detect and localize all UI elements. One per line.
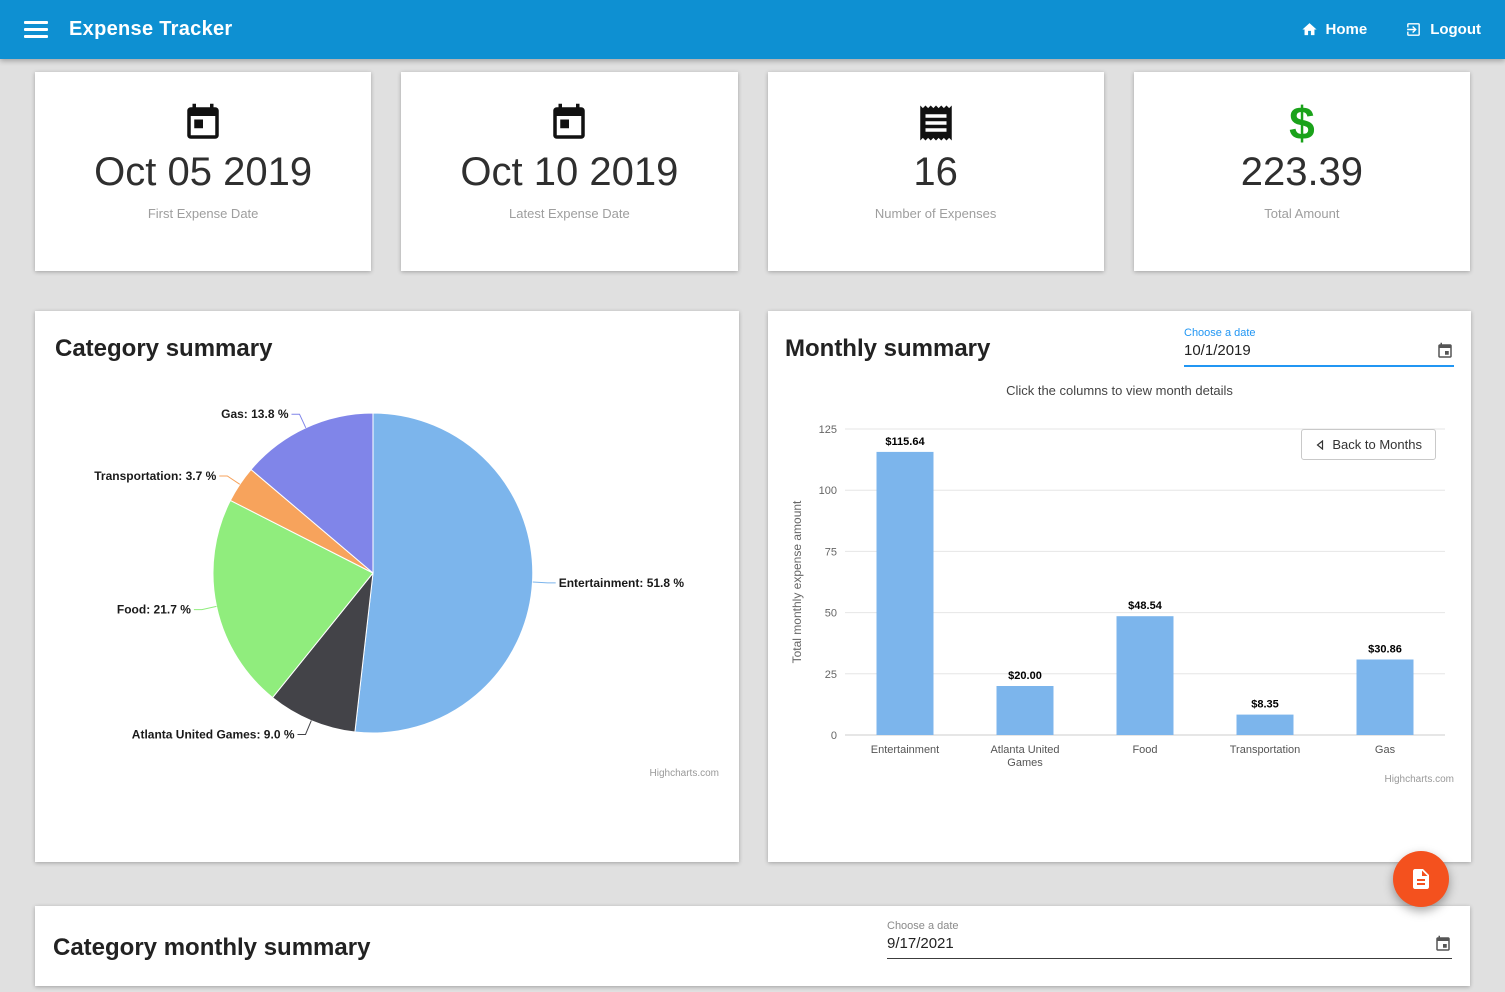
dollar-icon: $ bbox=[1289, 100, 1315, 146]
bar-entertainment[interactable] bbox=[877, 452, 934, 735]
nav-home-button[interactable]: Home bbox=[1301, 21, 1368, 38]
y-tick-label: 25 bbox=[825, 669, 837, 681]
category-summary-title: Category summary bbox=[55, 335, 719, 363]
category-monthly-date-input[interactable] bbox=[887, 933, 1434, 954]
nav-home-label: Home bbox=[1326, 21, 1368, 38]
nav-logout-label: Logout bbox=[1430, 21, 1481, 38]
category-monthly-summary-title: Category monthly summary bbox=[53, 934, 370, 962]
pie-slice-entertainment[interactable] bbox=[355, 413, 533, 733]
stat-card-first-expense-date: Oct 05 2019 First Expense Date bbox=[35, 72, 371, 271]
category-monthly-date-field: Choose a date bbox=[887, 920, 1452, 959]
pie-label-connector bbox=[219, 476, 240, 484]
stat-label: Latest Expense Date bbox=[509, 206, 630, 221]
bar-value-label-food: $48.54 bbox=[1128, 600, 1163, 612]
bar-value-label-entertainment: $115.64 bbox=[885, 436, 925, 448]
pie-label-connector bbox=[533, 582, 556, 583]
x-category-label-transportation: Transportation bbox=[1230, 744, 1301, 756]
pie-label-connector bbox=[194, 606, 217, 609]
y-tick-label: 100 bbox=[819, 485, 837, 497]
app-title: Expense Tracker bbox=[69, 18, 233, 41]
monthly-chart-area: Click the columns to view month details … bbox=[785, 383, 1454, 785]
stat-card-latest-expense-date: Oct 10 2019 Latest Expense Date bbox=[401, 72, 737, 271]
bar-value-label-atlanta-united-games: $20.00 bbox=[1008, 670, 1042, 682]
hamburger-icon bbox=[24, 21, 48, 38]
y-tick-label: 75 bbox=[825, 546, 837, 558]
category-monthly-summary-card: Category monthly summary Choose a date bbox=[35, 906, 1470, 986]
date-field-label: Choose a date bbox=[1184, 327, 1454, 339]
home-icon bbox=[1301, 21, 1318, 38]
y-tick-label: 0 bbox=[831, 730, 837, 742]
date-field-label: Choose a date bbox=[887, 920, 1452, 932]
calendar-icon bbox=[182, 102, 224, 144]
bar-transportation[interactable] bbox=[1237, 715, 1294, 735]
stat-value: 16 bbox=[913, 150, 958, 195]
pie-label-entertainment: Entertainment: 51.8 % bbox=[559, 576, 685, 590]
calendar-icon bbox=[548, 102, 590, 144]
stat-value: 223.39 bbox=[1241, 150, 1363, 195]
x-category-label-atlanta-united-games: Atlanta UnitedGames bbox=[990, 744, 1059, 769]
pie-label-connector bbox=[292, 414, 306, 428]
stat-label: First Expense Date bbox=[148, 206, 259, 221]
category-pie-chart: Entertainment: 51.8 % Atlanta United Game… bbox=[55, 363, 719, 763]
highcharts-credit[interactable]: Highcharts.com bbox=[55, 768, 719, 779]
bar-value-label-transportation: $8.35 bbox=[1251, 699, 1279, 711]
nav-logout-button[interactable]: Logout bbox=[1405, 21, 1481, 38]
export-fab-button[interactable] bbox=[1393, 851, 1449, 907]
pie-label-transportation: Transportation: 3.7 % bbox=[94, 469, 216, 483]
top-bar: Expense Tracker Home Logout bbox=[0, 0, 1505, 59]
monthly-summary-title: Monthly summary bbox=[785, 335, 990, 363]
stat-value: Oct 10 2019 bbox=[460, 150, 678, 195]
back-to-months-label: Back to Months bbox=[1332, 437, 1422, 452]
stat-value: Oct 05 2019 bbox=[94, 150, 312, 195]
pie-label-gas: Gas: 13.8 % bbox=[221, 407, 289, 421]
highcharts-credit[interactable]: Highcharts.com bbox=[785, 774, 1454, 785]
calendar-picker-icon[interactable] bbox=[1436, 342, 1454, 360]
y-tick-label: 50 bbox=[825, 608, 837, 620]
calendar-picker-icon[interactable] bbox=[1434, 935, 1452, 953]
bar-gas[interactable] bbox=[1357, 660, 1414, 736]
stat-label: Total Amount bbox=[1264, 206, 1339, 221]
stat-label: Number of Expenses bbox=[875, 206, 996, 221]
y-tick-label: 125 bbox=[819, 424, 837, 436]
back-to-months-button[interactable]: Back to Months bbox=[1301, 429, 1436, 460]
receipt-icon bbox=[915, 102, 957, 144]
monthly-summary-card: Monthly summary Choose a date Click the … bbox=[768, 311, 1471, 862]
back-arrow-icon bbox=[1315, 440, 1325, 450]
logout-icon bbox=[1405, 21, 1422, 38]
x-category-label-entertainment: Entertainment bbox=[871, 744, 939, 756]
menu-button[interactable] bbox=[20, 13, 52, 46]
x-category-label-food: Food bbox=[1132, 744, 1157, 756]
chart-subtitle: Click the columns to view month details bbox=[785, 383, 1454, 398]
pie-label-atlanta-united-games: Atlanta United Games: 9.0 % bbox=[132, 728, 295, 742]
bar-food[interactable] bbox=[1117, 616, 1174, 735]
pie-label-food: Food: 21.7 % bbox=[117, 603, 191, 617]
bar-atlanta-united-games[interactable] bbox=[997, 686, 1054, 735]
page: Expense Tracker Home Logout Oct 05 2019 … bbox=[0, 0, 1505, 992]
pie-label-connector bbox=[298, 721, 312, 735]
stat-card-total-amount: $ 223.39 Total Amount bbox=[1134, 72, 1470, 271]
y-axis-title: Total monthly expense amount bbox=[790, 500, 804, 663]
x-category-label-gas: Gas bbox=[1375, 744, 1396, 756]
export-file-icon bbox=[1409, 867, 1433, 891]
stat-card-number-of-expenses: 16 Number of Expenses bbox=[768, 72, 1104, 271]
monthly-date-field: Choose a date bbox=[1184, 327, 1454, 367]
bar-value-label-gas: $30.86 bbox=[1368, 644, 1402, 656]
charts-row: Category summary Entertainment: 51.8 % At… bbox=[35, 311, 1470, 862]
category-summary-card: Category summary Entertainment: 51.8 % At… bbox=[35, 311, 739, 862]
monthly-date-input[interactable] bbox=[1184, 340, 1436, 361]
stats-row: Oct 05 2019 First Expense Date Oct 10 20… bbox=[35, 72, 1470, 271]
